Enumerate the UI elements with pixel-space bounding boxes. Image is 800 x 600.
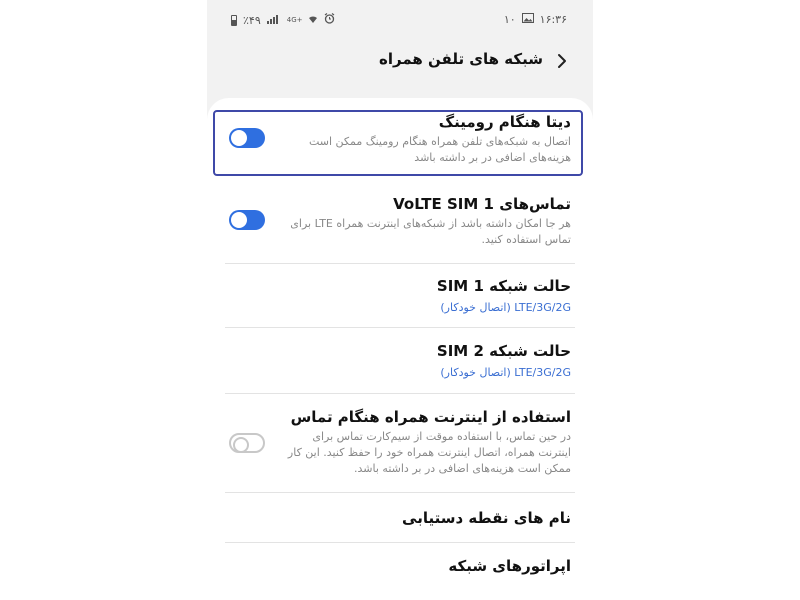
- wifi-icon: [308, 14, 318, 27]
- toggle-knob: [231, 212, 247, 228]
- setting-access-point-names[interactable]: نام های نقطه دستیابی: [225, 508, 575, 528]
- page-title: شبکه های تلفن همراه: [379, 50, 543, 68]
- divider: [225, 492, 575, 493]
- setting-volte[interactable]: تماس‌های VoLTE SIM 1 هر جا امکان داشته ب…: [225, 194, 575, 248]
- settings-card: دیتا هنگام رومینگ اتصال به شبکه‌های تلفن…: [207, 98, 593, 600]
- setting-data-during-calls[interactable]: استفاده از اینترنت همراه هنگام تماس در ح…: [225, 407, 575, 477]
- phone-screen: ٪۴۹ 4G+ ۱۰ ۱۶:۳۶ شبکه های تلفن همراه دیت…: [207, 0, 593, 600]
- setting-title: دیتا هنگام رومینگ: [438, 113, 571, 131]
- toggle-knob: [233, 437, 249, 453]
- setting-value: LTE/3G/2G (اتصال خودکار): [440, 366, 571, 379]
- setting-data-roaming[interactable]: دیتا هنگام رومینگ اتصال به شبکه‌های تلفن…: [225, 112, 575, 166]
- setting-title: نام های نقطه دستیابی: [402, 509, 571, 527]
- setting-description: در حین تماس، با استفاده موقت از سیم‌کارت…: [287, 430, 571, 475]
- divider: [225, 393, 575, 394]
- setting-title: تماس‌های VoLTE SIM 1: [393, 195, 571, 213]
- setting-value: LTE/3G/2G (اتصال خودکار): [440, 301, 571, 314]
- setting-description: هر جا امکان داشته باشد از شبکه‌های اینتر…: [290, 217, 571, 246]
- volte-toggle[interactable]: [229, 210, 265, 230]
- gallery-icon: [521, 13, 534, 26]
- signal-icon: [266, 14, 281, 27]
- divider: [225, 263, 575, 264]
- setting-sim2-network-mode[interactable]: حالت شبکه SIM 2 LTE/3G/2G (اتصال خودکار): [225, 341, 575, 381]
- chevron-right-icon: [558, 54, 566, 68]
- battery-icon: [231, 14, 237, 26]
- toggle-knob: [231, 130, 247, 146]
- status-time: ۱۶:۳۶: [539, 13, 567, 26]
- battery-percent: ٪۴۹: [243, 13, 261, 27]
- alarm-icon: [324, 13, 335, 27]
- setting-title: استفاده از اینترنت همراه هنگام تماس: [290, 408, 571, 426]
- status-bar-left: ٪۴۹ 4G+: [231, 13, 335, 27]
- setting-title: اپراتورهای شبکه: [448, 557, 571, 575]
- notification-count: ۱۰: [503, 13, 516, 26]
- data-during-calls-toggle[interactable]: [229, 433, 265, 453]
- back-button[interactable]: [549, 48, 575, 74]
- setting-title: حالت شبکه SIM 1: [436, 277, 571, 295]
- setting-description: اتصال به شبکه‌های تلفن همراه هنگام رومین…: [308, 135, 571, 164]
- setting-title: حالت شبکه SIM 2: [436, 342, 571, 360]
- page-header: شبکه های تلفن همراه: [207, 40, 593, 82]
- divider: [225, 327, 575, 328]
- setting-network-operators[interactable]: اپراتورهای شبکه: [225, 556, 575, 576]
- divider: [225, 542, 575, 543]
- setting-sim1-network-mode[interactable]: حالت شبکه SIM 1 LTE/3G/2G (اتصال خودکار): [225, 276, 575, 316]
- data-roaming-toggle[interactable]: [229, 128, 265, 148]
- status-bar-right: ۱۰ ۱۶:۳۶: [504, 13, 567, 26]
- status-bar: ٪۴۹ 4G+ ۱۰ ۱۶:۳۶: [207, 0, 593, 40]
- network-type: 4G+: [286, 16, 303, 24]
